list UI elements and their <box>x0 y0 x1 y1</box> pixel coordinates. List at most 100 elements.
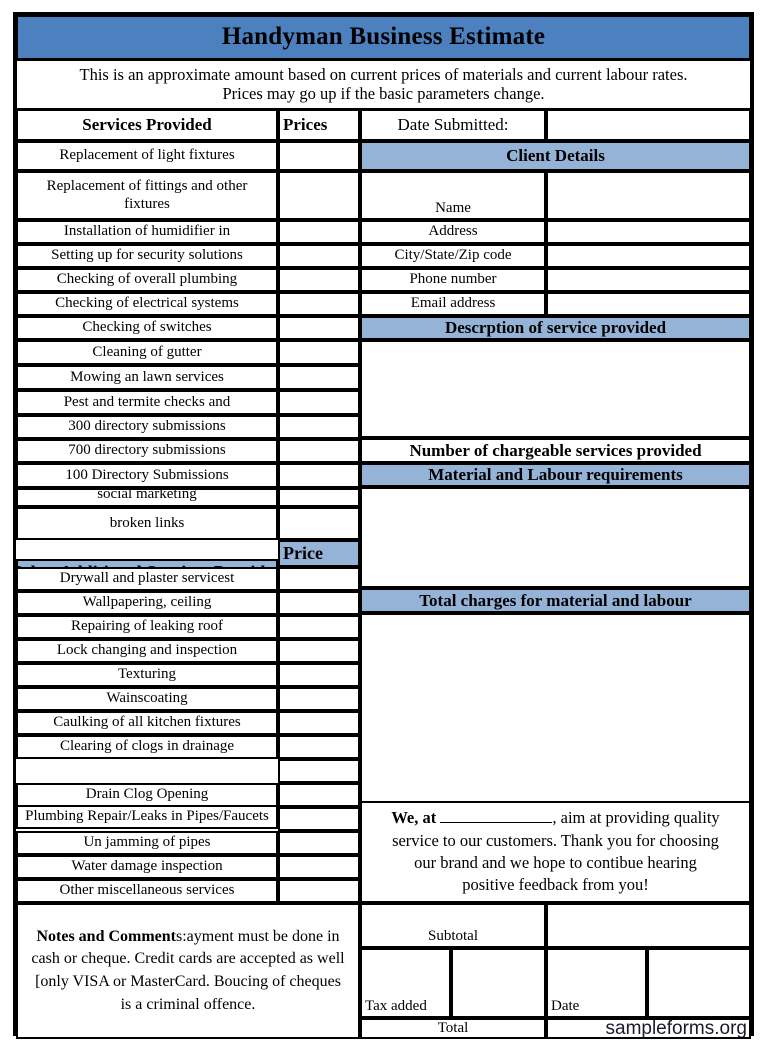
additional-service-row: Wallpapering, ceiling <box>16 591 278 615</box>
additional-service-row: Un jamming of pipes <box>16 831 278 855</box>
price-input[interactable] <box>278 171 360 220</box>
service-row: Setting up for security solutions <box>16 244 278 268</box>
total-charges-textarea[interactable] <box>360 613 751 803</box>
price-input[interactable] <box>278 244 360 268</box>
additional-price-input[interactable] <box>278 759 360 783</box>
additional-price-input[interactable] <box>278 807 360 831</box>
price-input[interactable] <box>278 268 360 292</box>
subtotal-label: Subtotal <box>360 903 546 948</box>
price-input[interactable] <box>278 292 360 316</box>
service-row: Installation of humidifier in <box>16 220 278 244</box>
tax-added-label: Tax added <box>360 948 451 1018</box>
total-label: Total <box>360 1018 546 1039</box>
service-row: social marketing <box>16 488 278 507</box>
service-row: Cleaning of gutter <box>16 340 278 365</box>
intro-text: This is an approximate amount based on c… <box>16 60 751 109</box>
service-row-label: social marketing <box>97 488 197 502</box>
col-header-prices: Prices <box>278 109 360 141</box>
additional-service-row: Lock changing and inspection <box>16 639 278 663</box>
additional-price-input[interactable] <box>278 735 360 759</box>
price-input[interactable] <box>278 463 360 488</box>
price-input[interactable] <box>278 340 360 365</box>
client-details-header: Client Details <box>360 141 751 171</box>
date-submitted-field[interactable] <box>546 109 751 141</box>
additional-service-row: Plumbing Repair/Leaks in Pipes/Faucets <box>16 805 278 829</box>
additional-price-input[interactable] <box>278 663 360 687</box>
additional-price-input[interactable] <box>278 855 360 879</box>
additional-price-input[interactable] <box>278 615 360 639</box>
price-input[interactable] <box>278 488 360 507</box>
service-row: broken links <box>16 507 278 540</box>
price-input[interactable] <box>278 141 360 171</box>
service-row: 100 Directory Submissions <box>16 463 278 488</box>
closing-paragraph-line4: positive feedback from you! <box>462 875 649 895</box>
closing-paragraph-lead: We, at <box>391 808 441 828</box>
description-textarea[interactable] <box>360 340 751 438</box>
client-field-input-city-state-zip[interactable] <box>546 244 751 268</box>
client-field-label-name: Name <box>360 171 546 220</box>
additional-service-row: Clearing of clogs in drainage <box>16 735 278 759</box>
client-field-input-email[interactable] <box>546 292 751 316</box>
date-label: Date <box>546 948 647 1018</box>
page-title: Handyman Business Estimate <box>16 15 751 60</box>
client-field-label-email: Email address <box>360 292 546 316</box>
service-row: Replacement of light fixtures <box>16 141 278 171</box>
additional-price-input[interactable] <box>278 687 360 711</box>
material-labour-textarea[interactable] <box>360 487 751 588</box>
notes-heading: Notes and Comment <box>36 927 176 945</box>
additional-price-input[interactable] <box>278 783 360 807</box>
additional-service-row: Drain Clog Opening <box>16 783 278 807</box>
service-row: Checking of overall plumbing <box>16 268 278 292</box>
additional-service-row: Texturing <box>16 663 278 687</box>
service-row: Checking of switches <box>16 316 278 340</box>
intro-line-1: This is an approximate amount based on c… <box>79 65 688 85</box>
additional-price-input[interactable] <box>278 879 360 903</box>
additional-service-row: Drywall and plaster servicest <box>16 567 278 591</box>
client-field-input-phone[interactable] <box>546 268 751 292</box>
additional-service-row: Water damage inspection <box>16 855 278 879</box>
service-row: Replacement of fittings and other fixtur… <box>16 171 278 220</box>
price-input[interactable] <box>278 507 360 540</box>
additional-price-input[interactable] <box>278 711 360 735</box>
total-charges-header: Total charges for material and labour <box>360 588 751 613</box>
additional-service-row: Caulking of all kitchen fixtures <box>16 711 278 735</box>
additional-price-header: Price <box>278 540 360 567</box>
date-value[interactable] <box>647 948 751 1018</box>
price-input[interactable] <box>278 415 360 439</box>
additional-price-input[interactable] <box>278 639 360 663</box>
closing-paragraph: We, at , aim at providing quality servic… <box>360 803 751 903</box>
client-field-label-address: Address <box>360 220 546 244</box>
client-field-label-city-state-zip: City/State/Zip code <box>360 244 546 268</box>
estimate-form: Handyman Business Estimate This is an ap… <box>13 12 754 1039</box>
additional-price-input[interactable] <box>278 567 360 591</box>
closing-paragraph-line2: service to our customers. Thank you for … <box>392 830 719 850</box>
subtotal-value[interactable] <box>546 903 751 948</box>
additional-service-row: Wainscoating <box>16 687 278 711</box>
col-header-services: Services Provided <box>16 109 278 141</box>
service-row: Mowing an lawn services <box>16 365 278 390</box>
price-input[interactable] <box>278 316 360 340</box>
company-name-blank[interactable] <box>440 822 553 824</box>
material-labour-header: Material and Labour requirements <box>360 463 751 487</box>
client-field-input-name[interactable] <box>546 171 751 220</box>
price-input[interactable] <box>278 439 360 463</box>
chargeable-services-label: Number of chargeable services provided <box>360 438 751 463</box>
price-input[interactable] <box>278 390 360 415</box>
notes-and-comments: Notes and Comments:ayment must be done i… <box>16 903 360 1039</box>
additional-service-label: Plumbing Repair/Leaks in Pipes/Faucets <box>25 808 269 825</box>
additional-price-input[interactable] <box>278 591 360 615</box>
price-input[interactable] <box>278 365 360 390</box>
additional-service-row: Other miscellaneous services <box>16 879 278 903</box>
client-field-label-phone: Phone number <box>360 268 546 292</box>
additional-service-row: Repairing of leaking roof <box>16 615 278 639</box>
price-input[interactable] <box>278 220 360 244</box>
client-field-input-address[interactable] <box>546 220 751 244</box>
service-row: Checking of electrical systems <box>16 292 278 316</box>
service-row: 300 directory submissions <box>16 415 278 439</box>
closing-paragraph-line1b: , aim at providing quality <box>552 808 720 828</box>
tax-added-value[interactable] <box>451 948 546 1018</box>
service-row: Pest and termite checks and <box>16 390 278 415</box>
date-submitted-label: Date Submitted: <box>360 109 546 141</box>
additional-price-input[interactable] <box>278 831 360 855</box>
description-header: Descrption of service provided <box>360 316 751 340</box>
